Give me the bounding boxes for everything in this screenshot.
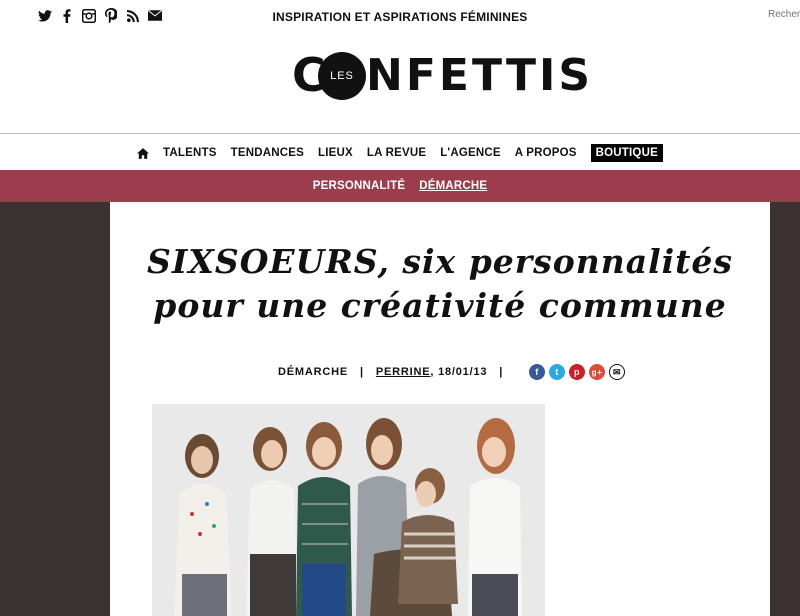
site-logo[interactable]: C LES NFETTIS bbox=[292, 48, 594, 102]
nav-item-tendances[interactable]: TENDANCES bbox=[231, 147, 304, 159]
share-buttons: f t p g+ ✉ bbox=[529, 364, 626, 380]
pinterest-icon[interactable]: p bbox=[569, 364, 586, 380]
article-photo bbox=[152, 404, 545, 616]
nav-item-boutique[interactable]: BOUTIQUE bbox=[590, 144, 663, 162]
top-bar: INSPIRATION ET ASPIRATIONS FÉMININES bbox=[0, 0, 800, 36]
email-icon[interactable]: ✉ bbox=[609, 364, 626, 380]
article-category[interactable]: DÉMARCHE bbox=[278, 366, 348, 378]
sub-nav: PERSONNALITÉ DÉMARCHE bbox=[0, 170, 800, 202]
article-title-line-2: pour une créativité commune bbox=[153, 286, 727, 325]
logo-letter-c: C bbox=[292, 48, 326, 102]
article-title-line-1: SIXSOEURS, six personnalités bbox=[146, 242, 734, 281]
meta-separator: | bbox=[359, 366, 364, 378]
subnav-item-personnalite[interactable]: PERSONNALITÉ bbox=[313, 180, 406, 192]
facebook-icon[interactable]: f bbox=[529, 364, 546, 380]
article-date: , 18/01/13 bbox=[430, 366, 488, 378]
header-divider bbox=[0, 133, 800, 134]
meta-separator: | bbox=[499, 366, 504, 378]
article-author[interactable]: PERRINE bbox=[376, 366, 431, 378]
subnav-item-demarche[interactable]: DÉMARCHE bbox=[419, 180, 487, 192]
article-card: SIXSOEURS, six personnalités pour une cr… bbox=[110, 202, 770, 616]
search-input[interactable] bbox=[768, 9, 800, 20]
logo-les: LES bbox=[330, 70, 354, 82]
article-title: SIXSOEURS, six personnalités pour une cr… bbox=[110, 240, 770, 328]
nav-item-a-propos[interactable]: A PROPOS bbox=[515, 147, 577, 159]
nav-item-la-revue[interactable]: LA REVUE bbox=[367, 147, 426, 159]
logo-word: NFETTIS bbox=[366, 50, 594, 101]
home-icon[interactable] bbox=[137, 147, 150, 159]
nav-item-lagence[interactable]: L'AGENCE bbox=[440, 147, 501, 159]
site-tagline: INSPIRATION ET ASPIRATIONS FÉMININES bbox=[272, 10, 528, 24]
main-nav: TALENTS TENDANCES LIEUX LA REVUE L'AGENC… bbox=[0, 141, 800, 165]
nav-item-talents[interactable]: TALENTS bbox=[163, 147, 217, 159]
twitter-icon[interactable]: t bbox=[549, 364, 566, 380]
article-meta: DÉMARCHE | PERRINE , 18/01/13 | f t p g+… bbox=[278, 364, 626, 380]
google-plus-icon[interactable]: g+ bbox=[589, 364, 606, 380]
nav-item-lieux[interactable]: LIEUX bbox=[318, 147, 353, 159]
